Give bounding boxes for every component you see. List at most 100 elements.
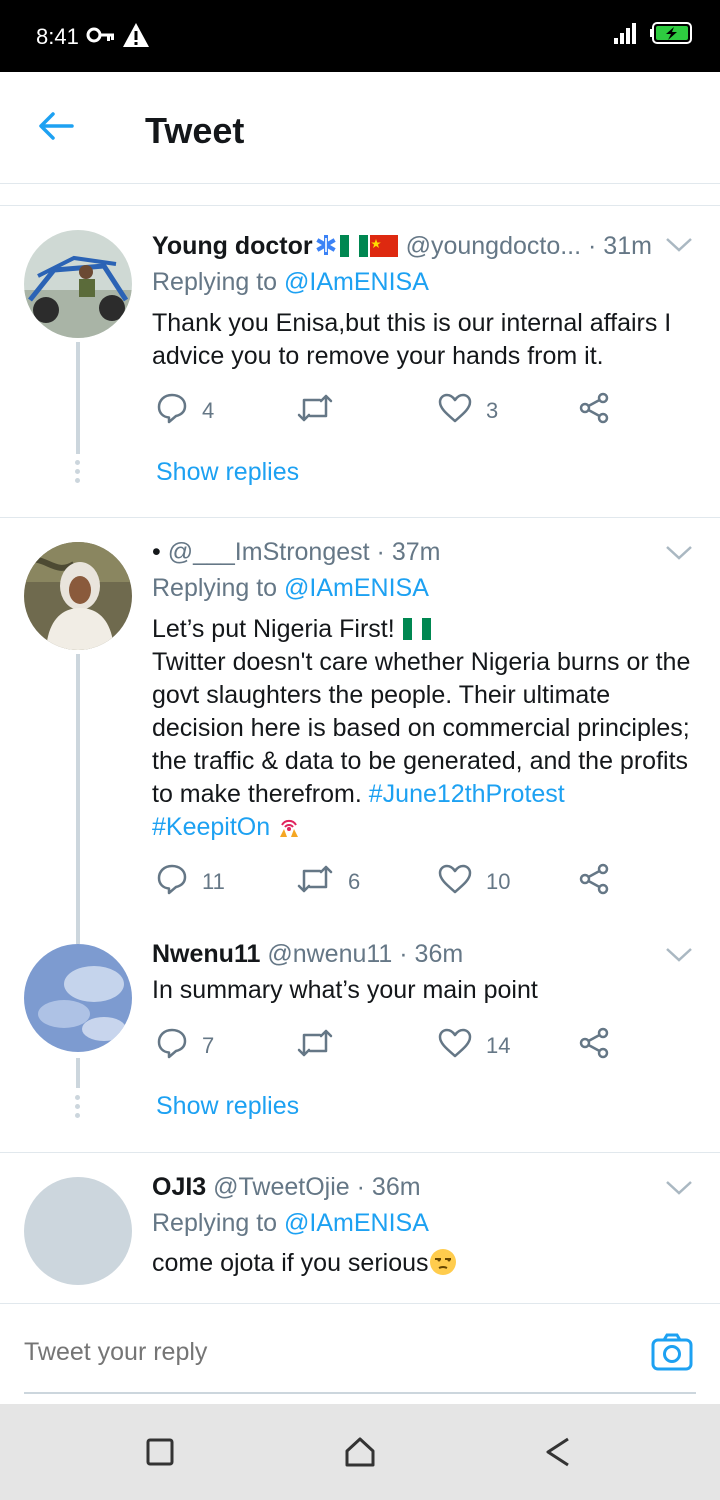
tweet-menu-button[interactable] [664,236,694,258]
camera-button[interactable] [650,1332,694,1376]
like-button[interactable]: 3 [438,391,498,431]
like-count: 3 [486,398,499,423]
retweet-button[interactable] [296,391,348,431]
reply-button[interactable]: 7 [156,1026,214,1066]
page-title: Tweet [145,110,245,151]
share-button[interactable] [578,862,610,902]
reply-icon [156,1027,188,1065]
tweet-time: · 36m [356,1173,421,1201]
tweet[interactable]: Young doctor @youngdocto... · 31m Replyi… [0,206,720,517]
avatar[interactable] [24,542,132,650]
reply-count: 7 [202,1033,215,1058]
like-count: 10 [486,869,511,894]
share-button[interactable] [578,391,610,431]
tweet-actions: 11 6 10 [152,862,632,902]
status-time: 8:41 [36,24,79,49]
nigeria-flag-icon [402,615,432,643]
tweet-time: · 36m [399,940,464,968]
replying-to: Replying to @IAmENISA [152,268,429,296]
tweet-text: In summary what’s your main point [152,976,538,1004]
tweet-text: Let’s put Nigeria First! Twitter doesn't… [152,613,698,844]
retweet-icon [296,393,334,429]
signal-icon [612,20,638,51]
tweet-header: Young doctor @youngdocto... · 31m [152,230,660,262]
retweet-icon [296,864,334,900]
tweet[interactable]: OJI3 @TweetOjie · 36m Replying to @IAmEN… [0,1153,720,1303]
heart-icon [438,864,472,900]
replying-to: Replying to @IAmENISA [152,1209,429,1237]
reply-button[interactable]: 4 [156,391,214,431]
mention-link[interactable]: @IAmENISA [284,574,429,602]
thread-dots [75,460,81,483]
reply-button[interactable]: 11 [156,862,225,902]
unamused-face-icon [429,1249,457,1277]
back-arrow-icon [38,111,74,146]
thread-dots [75,1095,81,1118]
tweet-menu-button[interactable] [664,1179,694,1201]
tweet-text: come ojota if you serious [152,1247,698,1280]
mention-link[interactable]: @IAmENISA [284,268,429,296]
home-button[interactable] [342,1434,378,1470]
author-handle[interactable]: @nwenu11 [267,940,392,968]
hashtag-link[interactable]: #June12thProtest [369,780,565,808]
author-handle[interactable]: @TweetOjie [213,1173,350,1201]
tweet-actions: 4 3 [152,391,632,431]
thread-line [76,1058,80,1088]
author-name[interactable]: OJI3 [152,1173,206,1201]
author-name[interactable]: Nwenu11 [152,940,260,968]
retweet-button[interactable] [296,1026,348,1066]
nigeria-flag-icon [339,232,369,260]
chevron-down-icon [664,546,694,566]
mention-link[interactable]: @IAmENISA [284,1209,429,1237]
back-nav-button[interactable] [540,1434,576,1470]
author-handle[interactable]: @youngdocto... [406,232,582,260]
like-button[interactable]: 10 [438,862,510,902]
chevron-down-icon [664,1181,694,1201]
battery-charging-icon [650,21,696,50]
hashtag-link[interactable]: #KeepitOn [152,813,270,841]
retweet-icon [296,1028,334,1064]
reply-icon [156,392,188,430]
chevron-down-icon [664,948,694,968]
author-handle[interactable]: @___ImStrongest [168,538,370,566]
avatar[interactable] [24,1177,132,1285]
heart-icon [438,393,472,429]
bullet: • [152,538,161,566]
tweet[interactable]: • @___ImStrongest · 37m Replying to @IAm… [0,518,720,944]
reply-count: 11 [202,869,225,894]
heart-icon [438,1028,472,1064]
reply-icon [156,863,188,901]
compose-bar [0,1303,720,1403]
like-button[interactable]: 14 [438,1026,510,1066]
input-underline [24,1392,696,1394]
app-header: Tweet [0,72,720,184]
thread-line [76,654,80,944]
camera-icon [650,1333,694,1376]
tweet-menu-button[interactable] [664,544,694,566]
recents-square-icon [142,1438,178,1474]
signal-hands-icon [277,813,301,841]
tweet-header: • @___ImStrongest · 37m [152,536,660,568]
tweet-actions: 7 14 [152,1026,632,1066]
author-name[interactable]: Young doctor [152,232,313,260]
retweet-button[interactable]: 6 [296,862,360,902]
avatar[interactable] [24,944,132,1052]
back-button[interactable] [32,108,80,148]
tweet-header: OJI3 @TweetOjie · 36m [152,1171,660,1203]
key-icon [86,25,116,50]
warning-icon [122,22,150,53]
reply-count: 4 [202,398,215,423]
thread-line [76,342,80,454]
tweet-time: · 37m [376,538,441,566]
recents-button[interactable] [142,1434,178,1470]
share-icon [578,1027,610,1065]
tweet-menu-button[interactable] [664,946,694,968]
show-replies-link[interactable]: Show replies [156,458,299,487]
share-button[interactable] [578,1026,610,1066]
tweet[interactable]: Nwenu11 @nwenu11 · 36m In summary what’s… [0,930,720,1151]
show-replies-link[interactable]: Show replies [156,1092,299,1121]
share-icon [578,392,610,430]
reply-input[interactable] [24,1338,584,1367]
tweet-time: · 31m [588,232,652,260]
avatar[interactable] [24,230,132,338]
